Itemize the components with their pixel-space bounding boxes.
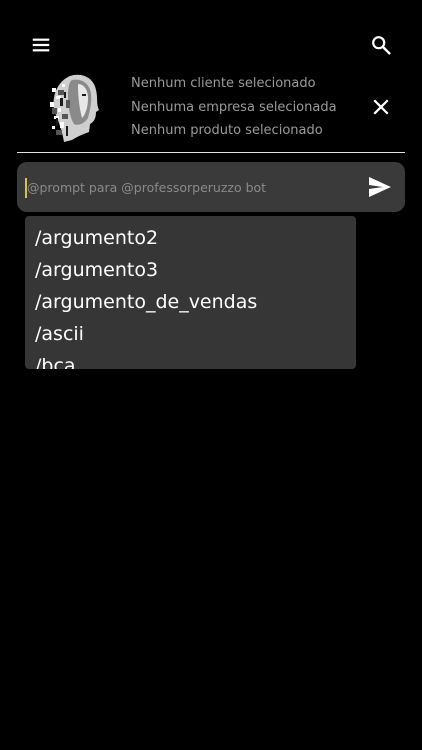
menu-button[interactable] bbox=[26, 30, 56, 60]
prompt-input[interactable] bbox=[25, 175, 357, 199]
suggestion-item[interactable]: /argumento_de_vendas bbox=[35, 290, 257, 314]
suggestion-item[interactable]: /ascii bbox=[35, 322, 84, 346]
search-button[interactable] bbox=[366, 30, 396, 60]
clear-selection-button[interactable] bbox=[366, 92, 396, 122]
menu-icon bbox=[32, 38, 50, 52]
send-button[interactable] bbox=[365, 172, 395, 202]
close-icon bbox=[373, 99, 389, 115]
product-status: Nenhum produto selecionado bbox=[131, 123, 323, 138]
send-icon bbox=[369, 177, 391, 197]
avatar bbox=[44, 70, 106, 144]
pixel-portrait-image bbox=[50, 74, 99, 142]
search-icon bbox=[372, 36, 391, 55]
command-suggestions-list[interactable]: /argumento2 /argumento3 /argumento_de_ve… bbox=[25, 216, 356, 369]
suggestion-item[interactable]: /argumento3 bbox=[35, 258, 158, 282]
selection-summary: Nenhum cliente selecionado Nenhuma empre… bbox=[131, 74, 351, 145]
client-status: Nenhum cliente selecionado bbox=[131, 76, 316, 91]
prompt-bar bbox=[17, 162, 405, 212]
suggestion-item[interactable]: /bca bbox=[35, 354, 76, 369]
header-divider bbox=[17, 152, 405, 153]
company-status: Nenhuma empresa selecionada bbox=[131, 99, 337, 115]
suggestion-item[interactable]: /argumento2 bbox=[35, 226, 158, 250]
